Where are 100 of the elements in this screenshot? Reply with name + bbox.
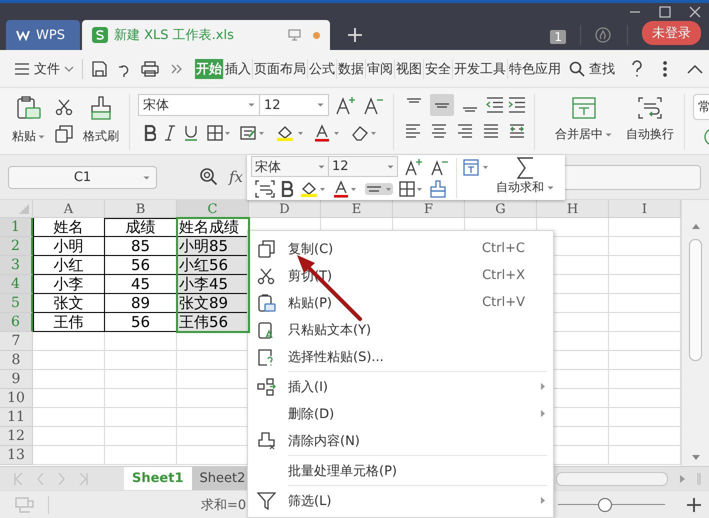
collapse-icon[interactable] bbox=[687, 64, 703, 74]
context-menu-item[interactable]: 复制(C) Ctrl+C bbox=[248, 235, 553, 262]
zoom-icon[interactable] bbox=[199, 167, 219, 187]
name-box[interactable]: C1 bbox=[8, 166, 157, 188]
clear-icon bbox=[256, 432, 276, 450]
scroll-up-icon[interactable] bbox=[692, 224, 700, 229]
row-header[interactable]: 11 bbox=[0, 408, 33, 427]
ribbon-tab[interactable]: 安全 bbox=[423, 58, 452, 78]
fill-color-icon[interactable] bbox=[275, 124, 305, 142]
context-menu-item[interactable]: 清除内容(N) bbox=[248, 427, 553, 454]
save-icon[interactable] bbox=[91, 60, 107, 76]
font-size-select[interactable]: 12 bbox=[259, 94, 329, 116]
borders-icon[interactable] bbox=[399, 180, 423, 196]
brush-icon[interactable] bbox=[429, 180, 447, 198]
ribbon-tab[interactable]: 数据 bbox=[336, 58, 365, 78]
cell-mode-icon[interactable] bbox=[14, 496, 36, 514]
scroll-down-icon[interactable] bbox=[692, 455, 700, 460]
row-header[interactable]: 10 bbox=[0, 389, 33, 408]
column-header[interactable]: G bbox=[465, 200, 537, 218]
align-button[interactable] bbox=[430, 94, 454, 116]
font-size-select[interactable]: 12 bbox=[328, 156, 398, 177]
more-icon[interactable] bbox=[171, 64, 183, 74]
scissors-icon[interactable] bbox=[55, 99, 73, 115]
column-header[interactable]: H bbox=[537, 200, 609, 218]
context-menu-item[interactable]: 粘贴(P) Ctrl+V bbox=[248, 289, 553, 316]
context-menu-item[interactable]: 删除(D) bbox=[248, 400, 553, 427]
kebab-menu-icon[interactable] bbox=[663, 60, 667, 76]
distribute-icon[interactable] bbox=[508, 122, 526, 140]
ribbon-tab[interactable]: 公式 bbox=[307, 58, 336, 78]
ribbon-tab[interactable]: 特色应用 bbox=[507, 58, 562, 78]
scrollbar-thumb[interactable] bbox=[689, 239, 702, 361]
underline-icon[interactable] bbox=[184, 125, 198, 141]
column-header[interactable]: E bbox=[321, 200, 393, 218]
increase-indent-icon[interactable] bbox=[508, 97, 526, 113]
search-button[interactable]: 查找 bbox=[569, 60, 615, 78]
merge-center-button[interactable]: 合并居中 bbox=[553, 94, 614, 150]
copy-icon[interactable] bbox=[55, 125, 73, 143]
column-header[interactable]: F bbox=[393, 200, 465, 218]
sheet-tab[interactable]: Sheet1 bbox=[124, 467, 192, 490]
file-menu[interactable]: 文件 bbox=[14, 60, 74, 78]
increase-font-icon[interactable] bbox=[404, 158, 424, 176]
justify-icon[interactable] bbox=[482, 122, 500, 140]
align-right-icon[interactable] bbox=[456, 122, 474, 140]
align-button[interactable] bbox=[365, 182, 393, 194]
column-header[interactable]: B bbox=[105, 200, 177, 218]
function-button[interactable]: fx bbox=[229, 168, 244, 186]
app-tab[interactable]: WPS bbox=[6, 20, 80, 50]
font-select[interactable]: 宋体 bbox=[138, 94, 260, 116]
context-menu-item[interactable]: 插入(I) bbox=[248, 373, 553, 400]
zoom-slider-thumb[interactable] bbox=[598, 498, 612, 512]
paste-button[interactable]: 粘贴 bbox=[10, 94, 47, 150]
font-color-icon[interactable] bbox=[314, 124, 342, 142]
help-icon[interactable] bbox=[631, 60, 643, 78]
context-menu-item[interactable]: 只粘贴文本(Y) bbox=[248, 316, 553, 343]
skin-icon[interactable] bbox=[595, 27, 611, 43]
conditional-format-icon[interactable] bbox=[240, 125, 266, 141]
increase-font-icon[interactable] bbox=[335, 95, 357, 115]
font-select[interactable]: 宋体 bbox=[251, 156, 329, 177]
vertical-scrollbar[interactable] bbox=[681, 200, 709, 466]
row-header[interactable]: 13 bbox=[0, 446, 33, 465]
close-icon[interactable] bbox=[689, 6, 701, 18]
ribbon-tab[interactable]: 视图 bbox=[394, 58, 423, 78]
decrease-indent-icon[interactable] bbox=[486, 97, 504, 113]
ribbon-tab[interactable]: 审阅 bbox=[365, 58, 394, 78]
column-header[interactable]: D bbox=[249, 200, 321, 218]
autosum-button[interactable]: 自动求和 bbox=[495, 156, 555, 199]
bold-icon[interactable] bbox=[144, 125, 156, 141]
number-format-select[interactable]: 常 bbox=[693, 94, 709, 120]
fill-color-icon[interactable] bbox=[299, 180, 327, 198]
column-header[interactable]: A bbox=[33, 200, 105, 218]
wrap-text-button[interactable]: 自动换行 bbox=[624, 94, 676, 150]
maximize-icon[interactable] bbox=[659, 6, 671, 18]
align-left-icon[interactable] bbox=[404, 122, 422, 140]
bold-icon[interactable] bbox=[281, 180, 293, 196]
login-button[interactable]: 未登录 bbox=[642, 21, 701, 45]
font-color-icon[interactable] bbox=[333, 180, 359, 198]
zoom-in-icon[interactable] bbox=[687, 498, 701, 512]
horizontal-scrollbar[interactable] bbox=[556, 472, 668, 486]
wrap-text-icon[interactable] bbox=[255, 180, 275, 198]
context-menu-item[interactable]: 选择性粘贴(S)... bbox=[248, 343, 553, 370]
ribbon-tab[interactable]: 插入 bbox=[223, 58, 252, 78]
row-header[interactable]: 7 bbox=[0, 332, 33, 351]
eraser-icon[interactable] bbox=[351, 125, 379, 141]
decrease-font-icon[interactable] bbox=[363, 95, 385, 115]
sigma-icon bbox=[516, 157, 534, 179]
format-painter-button[interactable]: 格式刷 bbox=[81, 94, 121, 150]
column-header[interactable]: I bbox=[609, 200, 681, 218]
new-tab-icon[interactable] bbox=[348, 28, 362, 42]
italic-icon[interactable] bbox=[165, 125, 175, 141]
context-menu-item[interactable]: 筛选(L) bbox=[248, 487, 553, 514]
borders-icon[interactable] bbox=[207, 125, 231, 141]
ribbon-tab[interactable]: 页面布局 bbox=[252, 58, 307, 78]
table-style-icon[interactable] bbox=[463, 159, 491, 177]
row-header[interactable]: 8 bbox=[0, 351, 33, 370]
row-header[interactable]: 12 bbox=[0, 427, 33, 446]
row-header[interactable]: 9 bbox=[0, 370, 33, 389]
ribbon-tab[interactable]: 开发工具 bbox=[452, 58, 507, 78]
print-icon[interactable] bbox=[141, 60, 159, 76]
table-cell: 小明 bbox=[33, 237, 105, 256]
align-center-icon[interactable] bbox=[430, 122, 448, 140]
